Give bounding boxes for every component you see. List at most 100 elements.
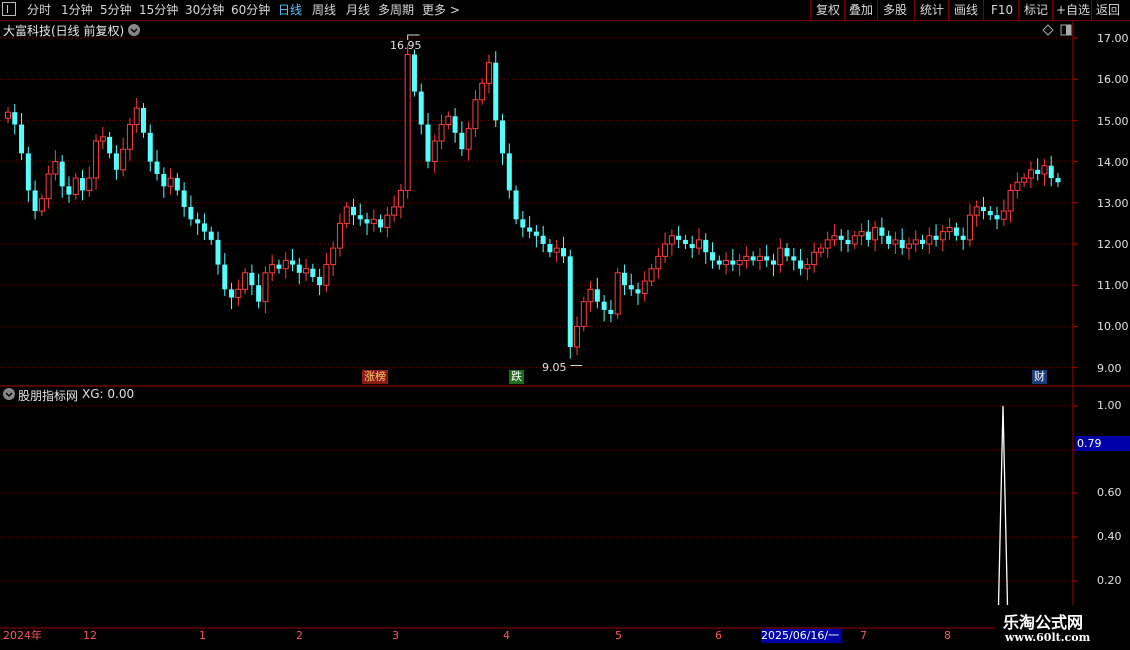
candle — [282, 252, 289, 279]
candle — [80, 169, 86, 201]
finance-badge[interactable]: 财 — [1032, 370, 1047, 384]
candle-body — [378, 219, 384, 228]
candle-body — [256, 285, 262, 302]
candle-body — [879, 227, 885, 236]
candle — [811, 242, 818, 273]
candle — [378, 214, 384, 233]
candle-body — [587, 288, 594, 303]
candle-body — [845, 239, 851, 244]
candle-body — [404, 53, 411, 191]
candle-body — [770, 260, 776, 265]
candle-body — [648, 268, 655, 282]
y-tick-label: 11.00 — [1097, 279, 1129, 292]
candle-body — [703, 239, 709, 253]
window-icon[interactable] — [1060, 24, 1072, 36]
chevron-down-icon[interactable] — [2, 387, 16, 401]
candle-body — [45, 173, 52, 200]
candle-body — [459, 132, 465, 150]
candle — [845, 229, 851, 253]
candle — [343, 201, 350, 229]
candle — [973, 200, 980, 227]
candle — [635, 282, 641, 305]
candle — [777, 238, 784, 273]
date-label: 12 — [83, 629, 97, 642]
candle-body — [798, 260, 804, 269]
candle-body — [621, 272, 627, 286]
candle — [703, 233, 709, 264]
candle — [391, 195, 398, 222]
candle-body — [310, 268, 316, 277]
candle — [222, 253, 228, 296]
diamond-icon[interactable] — [1042, 24, 1054, 36]
candle — [689, 235, 695, 259]
candle-body — [330, 247, 337, 266]
candle — [249, 264, 255, 296]
candle — [418, 83, 424, 135]
candle-body — [764, 256, 770, 261]
candle — [899, 228, 905, 255]
candle-body — [662, 243, 669, 257]
candle — [500, 113, 506, 165]
candle-body — [939, 231, 946, 241]
candle-body — [38, 198, 45, 212]
candle-body — [892, 239, 899, 245]
candle-body — [966, 214, 973, 241]
candle — [710, 242, 716, 269]
candle — [804, 258, 811, 281]
candle — [886, 230, 892, 249]
candle — [547, 239, 553, 258]
candle-body — [520, 219, 526, 228]
candle — [25, 146, 31, 202]
candle-body — [500, 120, 506, 154]
candle-body — [370, 218, 377, 224]
candle-body — [831, 235, 838, 241]
candle-body — [851, 235, 858, 245]
candle — [32, 180, 38, 220]
y-tick-label: 17.00 — [1097, 32, 1129, 45]
candle-body — [668, 235, 675, 245]
candle — [764, 244, 770, 268]
candle — [364, 212, 370, 235]
candle-body — [1035, 169, 1041, 174]
candle-body — [960, 235, 966, 240]
candle-body — [750, 256, 756, 261]
candle — [621, 264, 627, 296]
candle — [107, 131, 113, 159]
date-label: 2 — [296, 629, 303, 642]
limit-up-badge[interactable]: 涨榜 — [362, 370, 388, 384]
indicator-y-tick: 0.40 — [1097, 530, 1122, 543]
candle-body — [126, 124, 133, 150]
date-cursor-tag: 2025/06/16/一 — [761, 629, 841, 643]
candle — [310, 263, 316, 282]
candle-body — [93, 140, 100, 179]
candle-body — [791, 256, 797, 261]
candle — [445, 111, 452, 130]
indicator-panel-title: 股朋指标网 — [18, 389, 79, 403]
candle — [296, 258, 302, 285]
candle-body — [730, 260, 736, 265]
candle — [384, 206, 391, 238]
candle-body — [946, 227, 953, 233]
candle-body — [953, 227, 959, 236]
candle — [133, 98, 140, 133]
chevron-down-icon[interactable] — [127, 23, 141, 37]
candle-body — [222, 264, 228, 290]
candle-body — [547, 244, 553, 253]
candle — [19, 112, 25, 160]
candle-body — [817, 247, 824, 253]
candle — [608, 300, 614, 323]
candle — [52, 150, 59, 181]
candle — [72, 173, 79, 200]
candle-body — [323, 264, 330, 286]
candle-body — [540, 235, 546, 244]
candle-body — [242, 272, 249, 290]
candle — [594, 277, 600, 309]
candle-body — [113, 153, 119, 170]
candle — [655, 248, 662, 279]
candle-body — [59, 161, 65, 187]
candle-body — [215, 239, 221, 265]
fall-badge[interactable]: 跌 — [509, 370, 524, 384]
candle — [45, 165, 52, 209]
candle — [235, 279, 242, 306]
candle-body — [899, 239, 905, 249]
